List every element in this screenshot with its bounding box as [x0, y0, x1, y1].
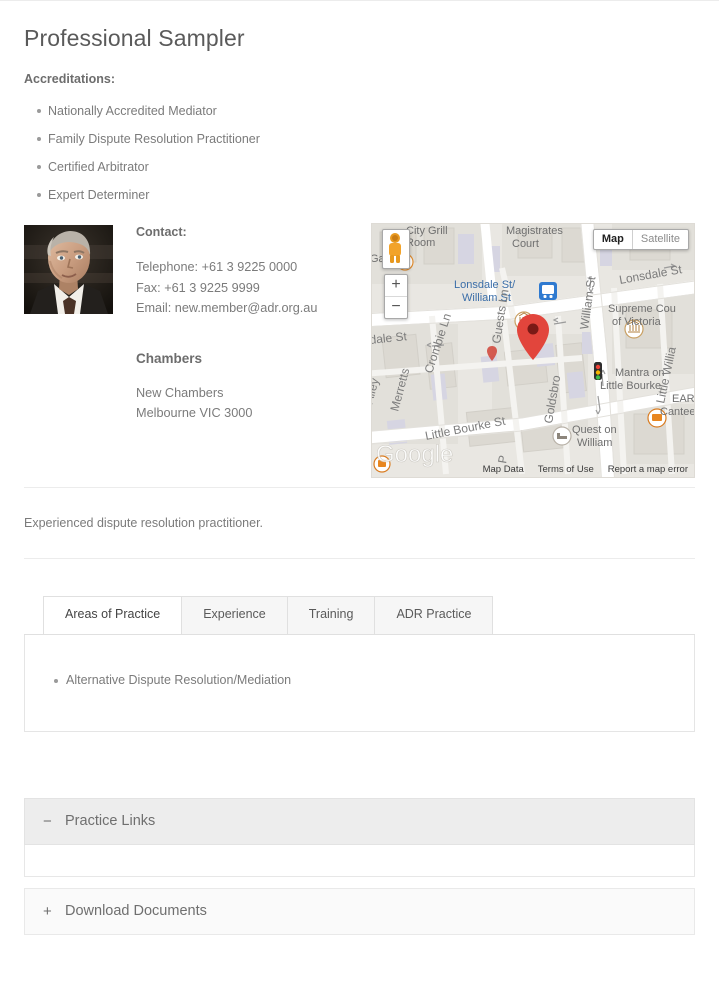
svg-text:Supreme Cou: Supreme Cou: [608, 303, 676, 315]
pegman-icon: [389, 233, 401, 263]
terms-of-use-link[interactable]: Terms of Use: [538, 464, 594, 475]
map-footer: Map Data Terms of Use Report a map error: [372, 461, 694, 477]
plus-icon: +: [43, 902, 52, 920]
zoom-in-button[interactable]: +: [385, 275, 407, 297]
page-title: Professional Sampler: [24, 25, 245, 51]
accordion-practice-links-title: Practice Links: [65, 813, 156, 830]
tab-areas-of-practice[interactable]: Areas of Practice: [43, 596, 183, 635]
svg-text:Lonsdale St/: Lonsdale St/: [454, 279, 516, 291]
report-map-error-link[interactable]: Report a map error: [608, 464, 688, 475]
areas-of-practice-list: Alternative Dispute Resolution/Mediation: [25, 635, 694, 687]
svg-text:Court: Court: [512, 238, 539, 250]
list-item: Expert Determiner: [24, 188, 695, 203]
chambers-address: New Chambers Melbourne VIC 3000: [136, 383, 376, 424]
tabs-section: Areas of Practice Experience Training AD…: [24, 596, 695, 732]
svg-text:EAR: EAR: [672, 393, 694, 405]
map-zoom-controls[interactable]: + −: [384, 274, 408, 319]
list-item: Family Dispute Resolution Practitioner: [24, 132, 695, 147]
list-item: Nationally Accredited Mediator: [24, 104, 695, 119]
map-data-link[interactable]: Map Data: [483, 464, 524, 475]
svg-text:City Grill: City Grill: [406, 225, 448, 237]
contact-lines: Telephone: +61 3 9225 0000 Fax: +61 3 92…: [136, 257, 376, 319]
svg-text:of Victoria: of Victoria: [612, 316, 662, 328]
tab-adr-practice[interactable]: ADR Practice: [374, 596, 494, 635]
accordion-practice-links-header[interactable]: − Practice Links: [24, 797, 695, 845]
location-map[interactable]: City Grill Room Magistrates Court Garr S…: [371, 223, 695, 478]
chambers-heading: Chambers: [136, 350, 203, 366]
map-type-control[interactable]: Map Satellite: [592, 229, 689, 250]
chambers-name: New Chambers: [136, 385, 224, 400]
tab-experience[interactable]: Experience: [181, 596, 288, 635]
email-line[interactable]: Email: new.member@adr.org.au: [136, 298, 376, 319]
tab-bar-rule: [24, 633, 695, 635]
zoom-out-button[interactable]: −: [385, 297, 407, 318]
profile-page: Professional Sampler Accreditations: Nat…: [0, 0, 719, 997]
contact-details: Contact: Telephone: +61 3 9225 0000 Fax:…: [136, 225, 376, 424]
divider-below-description: [24, 558, 695, 559]
accordion-practice-links: − Practice Links: [24, 797, 695, 877]
accordion-download-documents-header[interactable]: + Download Documents: [24, 887, 695, 935]
minus-icon: −: [43, 812, 52, 830]
svg-text:William: William: [577, 437, 612, 449]
svg-text:Cantee: Cantee: [660, 406, 694, 418]
tab-panel-areas-of-practice: Alternative Dispute Resolution/Mediation: [24, 634, 695, 732]
svg-text:Little Bourke: Little Bourke: [600, 380, 661, 392]
pegman-streetview-control[interactable]: [382, 229, 410, 269]
svg-text:Magistrates: Magistrates: [506, 225, 563, 237]
avatar: [24, 225, 113, 314]
accreditations-label: Accreditations:: [24, 72, 115, 86]
profile-photo-image: [24, 225, 113, 314]
tab-bar: Areas of Practice Experience Training AD…: [24, 596, 695, 635]
accordion-download-documents: + Download Documents: [24, 887, 695, 935]
contact-and-map-row: Contact: Telephone: +61 3 9225 0000 Fax:…: [24, 223, 695, 487]
map-type-satellite-button[interactable]: Satellite: [633, 230, 688, 249]
map-canvas: City Grill Room Magistrates Court Garr S…: [372, 224, 694, 477]
svg-text:Room: Room: [406, 237, 435, 249]
tab-training[interactable]: Training: [286, 596, 376, 635]
map-type-map-button[interactable]: Map: [594, 230, 633, 249]
svg-text:Quest on: Quest on: [572, 424, 617, 436]
chambers-city: Melbourne VIC 3000: [136, 406, 253, 421]
telephone-line: Telephone: +61 3 9225 0000: [136, 260, 298, 274]
accreditations-list: Nationally Accredited Mediator Family Di…: [24, 104, 695, 203]
svg-text:Mantra on: Mantra on: [615, 367, 665, 379]
list-item: Alternative Dispute Resolution/Mediation: [25, 673, 694, 687]
contact-heading: Contact:: [136, 225, 187, 239]
accordion-download-documents-title: Download Documents: [65, 903, 207, 920]
profile-description: Experienced dispute resolution practitio…: [24, 516, 264, 530]
accordion-section: − Practice Links + Download Documents: [24, 797, 695, 935]
fax-line: Fax: +61 3 9225 9999: [136, 280, 260, 295]
page-content: Professional Sampler Accreditations: Nat…: [0, 1, 719, 935]
list-item: Certified Arbitrator: [24, 160, 695, 175]
accordion-practice-links-body: [24, 844, 695, 877]
